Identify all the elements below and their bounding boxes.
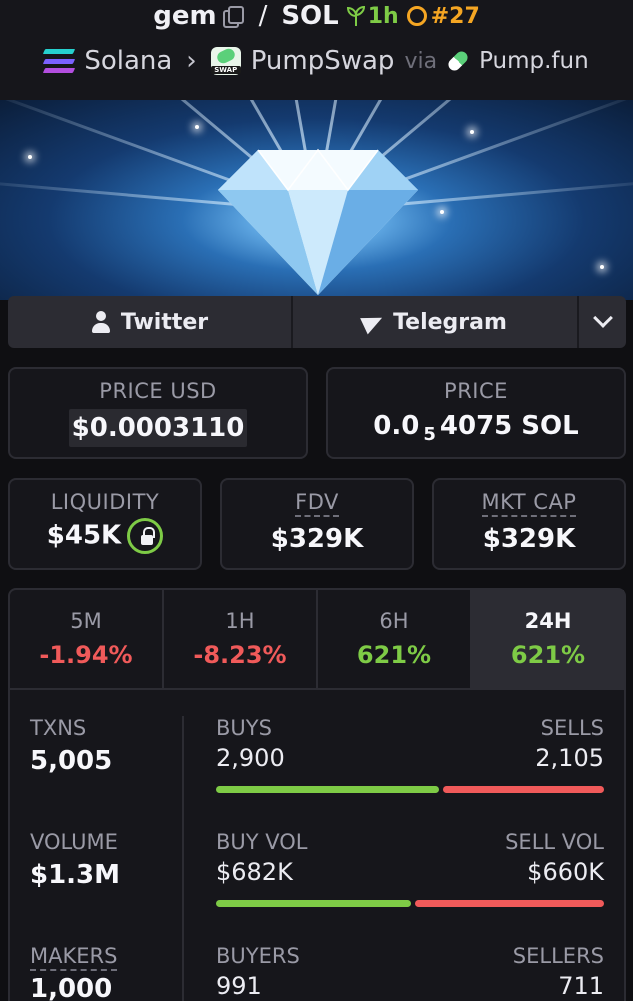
fdv-card: FDV $329K: [220, 478, 414, 570]
sell-vol-label: SELL VOL: [505, 830, 604, 854]
mkt-cap-label[interactable]: MKT CAP: [481, 490, 577, 517]
telegram-icon: [360, 309, 386, 335]
tab-24h-change: 621%: [510, 641, 586, 669]
diamond-icon: [218, 148, 418, 295]
price-native-label: PRICE: [444, 379, 508, 403]
tab-24h[interactable]: 24H 621%: [472, 590, 624, 688]
liquidity-card: LIQUIDITY $45K: [8, 478, 202, 570]
buy-vol-label: BUY VOL: [216, 830, 308, 854]
price-usd-card: PRICE USD $0.0003110: [8, 367, 308, 459]
twitter-button[interactable]: Twitter: [8, 296, 293, 348]
txns-split: BUYS SELLS 2,900 2,105: [216, 716, 604, 793]
tab-1h-label: 1H: [225, 609, 255, 633]
txns-value: 5,005: [30, 746, 113, 776]
telegram-button[interactable]: Telegram: [293, 296, 579, 348]
sell-vol-value: $660K: [527, 858, 604, 886]
timeframe-tabs: 5M -1.94% 1H -8.23% 6H 621% 24H 621%: [10, 590, 624, 690]
tab-5m-label: 5M: [70, 609, 102, 633]
volume-label: VOLUME: [30, 830, 118, 854]
sells-bar: [442, 786, 604, 793]
tab-6h-label: 6H: [379, 609, 409, 633]
sellers-value: 711: [558, 972, 604, 1000]
sell-vol-bar: [415, 900, 604, 907]
volume-value: $1.3M: [30, 860, 121, 890]
makers-label[interactable]: MAKERS: [30, 944, 118, 971]
price-usd-value: $0.0003110: [68, 409, 248, 447]
chevron-right-icon: ›: [186, 46, 197, 76]
makers-split: BUYERS SELLERS 991 711: [216, 944, 604, 1001]
breadcrumb: Solana › SWAP PumpSwap via Pump.fun: [0, 40, 633, 82]
tab-24h-label: 24H: [524, 609, 572, 633]
pair-age: 1h: [346, 3, 399, 29]
txns-label: TXNS: [30, 716, 87, 740]
breadcrumb-chain[interactable]: Solana: [84, 46, 172, 76]
fdv-label[interactable]: FDV: [295, 490, 339, 517]
pumpswap-logo-text: SWAP: [210, 66, 241, 74]
more-links-button[interactable]: [579, 296, 626, 348]
solana-logo: [43, 49, 76, 73]
tab-6h[interactable]: 6H 621%: [318, 590, 472, 688]
price-native-card: PRICE 0.0 5 4075 SOL: [326, 367, 626, 459]
volume-split: BUY VOL SELL VOL $682K $660K: [216, 830, 604, 907]
pair-age-value: 1h: [367, 3, 399, 29]
fdv-value: $329K: [270, 524, 364, 554]
via-label: via: [404, 48, 438, 74]
header: gem / SOL 1h #27 Solana › SWAP PumpSwap …: [0, 0, 633, 100]
liquidity-row: $45K: [10, 518, 200, 554]
quote-symbol: SOL: [281, 1, 339, 31]
mkt-cap-value: $329K: [482, 524, 576, 554]
volume-metric: VOLUME $1.3M: [30, 830, 120, 890]
flame-icon: [406, 6, 427, 26]
buy-vol-bar: [216, 900, 412, 907]
buyers-label: BUYERS: [216, 944, 300, 968]
txns-metric: TXNS 5,005: [30, 716, 112, 776]
price-usd-label: PRICE USD: [99, 379, 217, 403]
makers-metric: MAKERS 1,000: [30, 944, 118, 1001]
liquidity-label: LIQUIDITY: [50, 490, 160, 514]
txns-ratio-bar: [216, 786, 604, 793]
sprout-icon: [346, 6, 365, 26]
trending-rank[interactable]: #27: [406, 3, 480, 29]
twitter-label: Twitter: [120, 309, 209, 335]
sells-value: 2,105: [535, 744, 604, 772]
trending-rank-value: #27: [430, 3, 480, 29]
pill-icon: [446, 48, 471, 74]
price-native-zero-count: 5: [423, 424, 436, 445]
buys-label: BUYS: [216, 716, 272, 740]
price-native-value: 0.0 5 4075 SOL: [328, 411, 624, 445]
tab-1h-change: -8.23%: [193, 641, 287, 669]
token-banner-image: [0, 100, 633, 300]
stats-panel: 5M -1.94% 1H -8.23% 6H 621% 24H 621% TXN…: [8, 588, 626, 1001]
buyers-value: 991: [216, 972, 262, 1000]
column-divider: [182, 716, 184, 1001]
liquidity-value: $45K: [46, 520, 122, 551]
user-icon: [91, 311, 111, 333]
token-symbol: gem: [153, 1, 217, 31]
volume-ratio-bar: [216, 900, 604, 907]
breadcrumb-launchpad[interactable]: Pump.fun: [479, 48, 589, 74]
tab-5m-change: -1.94%: [39, 641, 133, 669]
price-native-suffix: 4075 SOL: [439, 411, 579, 441]
tab-5m[interactable]: 5M -1.94%: [10, 590, 164, 688]
copy-icon[interactable]: [222, 6, 244, 28]
lock-icon[interactable]: [127, 518, 164, 554]
telegram-label: Telegram: [393, 309, 507, 335]
pair-separator: /: [258, 1, 268, 31]
chevron-down-icon: [592, 308, 613, 328]
breadcrumb-dex[interactable]: PumpSwap: [251, 46, 395, 76]
sellers-label: SELLERS: [512, 944, 604, 968]
pumpswap-logo: SWAP: [210, 47, 241, 75]
mkt-cap-card: MKT CAP $329K: [432, 478, 626, 570]
price-native-prefix: 0.0: [373, 411, 420, 441]
buy-vol-value: $682K: [216, 858, 293, 886]
makers-value: 1,000: [30, 974, 113, 1001]
sells-label: SELLS: [540, 716, 604, 740]
buys-value: 2,900: [216, 744, 285, 772]
social-links: Twitter Telegram: [8, 296, 626, 348]
pair-title: gem / SOL 1h #27: [0, 0, 633, 32]
tab-1h[interactable]: 1H -8.23%: [164, 590, 318, 688]
tab-6h-change: 621%: [356, 641, 432, 669]
buys-bar: [216, 786, 439, 793]
